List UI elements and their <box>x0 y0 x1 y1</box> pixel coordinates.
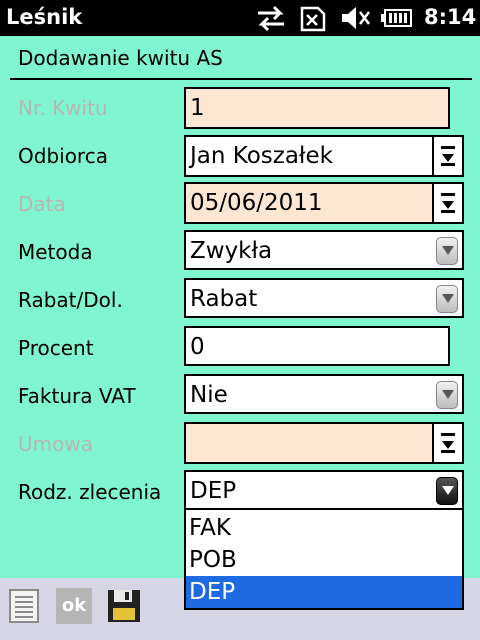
metoda-select[interactable]: Zwykła <box>184 230 464 270</box>
data-label: Data <box>18 192 66 216</box>
umowa-dropdown-button[interactable] <box>432 424 462 462</box>
rodz-value: DEP <box>190 478 237 504</box>
status-bar: Leśnik 8:14 <box>0 0 480 36</box>
rabat-value: Rabat <box>190 286 258 312</box>
odbiorca-combo[interactable]: Jan Koszałek <box>184 135 464 177</box>
nr-kwitu-value: 1 <box>190 95 205 121</box>
dropdown-arrow-icon <box>441 146 455 166</box>
chevron-down-icon <box>442 246 454 255</box>
odbiorca-value: Jan Koszałek <box>190 143 333 169</box>
rabat-dropdown-button[interactable] <box>436 285 458 313</box>
faktura-value: Nie <box>190 382 228 408</box>
metoda-dropdown-button[interactable] <box>436 237 458 265</box>
chevron-down-icon <box>442 294 454 303</box>
rodz-select[interactable]: DEP <box>184 470 464 510</box>
page-header: Dodawanie kwitu AS <box>0 36 480 80</box>
ok-button-label: ok <box>61 595 87 616</box>
faktura-dropdown-button[interactable] <box>436 381 458 409</box>
faktura-select[interactable]: Nie <box>184 374 464 414</box>
battery-icon[interactable] <box>380 0 416 36</box>
chevron-down-icon <box>442 486 454 495</box>
app-title: Leśnik <box>6 5 83 29</box>
option-dep[interactable]: DEP <box>186 576 462 608</box>
ok-button[interactable]: ok <box>56 588 92 624</box>
save-button[interactable] <box>106 588 142 624</box>
data-value: 05/06/2011 <box>190 190 323 216</box>
rodz-options-list: FAK POB DEP <box>184 508 464 610</box>
clock[interactable]: 8:14 <box>424 5 476 29</box>
nr-kwitu-field[interactable]: 1 <box>184 87 450 129</box>
dropdown-arrow-icon <box>441 193 455 213</box>
nr-kwitu-label: Nr. Kwitu <box>18 96 108 120</box>
data-dropdown-button[interactable] <box>432 184 462 222</box>
umowa-combo[interactable] <box>184 422 464 464</box>
dropdown-arrow-icon <box>441 433 455 453</box>
data-combo[interactable]: 05/06/2011 <box>184 182 464 224</box>
metoda-label: Metoda <box>18 240 93 264</box>
procent-field[interactable]: 0 <box>184 326 450 366</box>
save-icon <box>108 590 140 622</box>
list-icon <box>9 589 39 623</box>
faktura-label: Faktura VAT <box>18 384 136 408</box>
speaker-muted-icon[interactable] <box>338 0 372 36</box>
rabat-select[interactable]: Rabat <box>184 278 464 318</box>
procent-label: Procent <box>18 336 94 360</box>
option-fak[interactable]: FAK <box>186 512 462 544</box>
title-divider <box>10 78 472 80</box>
list-button[interactable] <box>6 588 42 624</box>
rodz-label: Rodz. zlecenia <box>18 480 162 504</box>
option-pob[interactable]: POB <box>186 544 462 576</box>
rabat-label: Rabat/Dol. <box>18 288 123 312</box>
odbiorca-dropdown-button[interactable] <box>432 137 462 175</box>
data-transfer-icon[interactable] <box>254 0 288 36</box>
chevron-down-icon <box>442 390 454 399</box>
no-sim-icon[interactable] <box>296 0 330 36</box>
rodz-dropdown-button[interactable] <box>436 477 458 505</box>
odbiorca-label: Odbiorca <box>18 144 108 168</box>
metoda-value: Zwykła <box>190 238 273 264</box>
procent-value: 0 <box>190 334 205 360</box>
umowa-label: Umowa <box>18 432 93 456</box>
page-title: Dodawanie kwitu AS <box>18 46 223 70</box>
